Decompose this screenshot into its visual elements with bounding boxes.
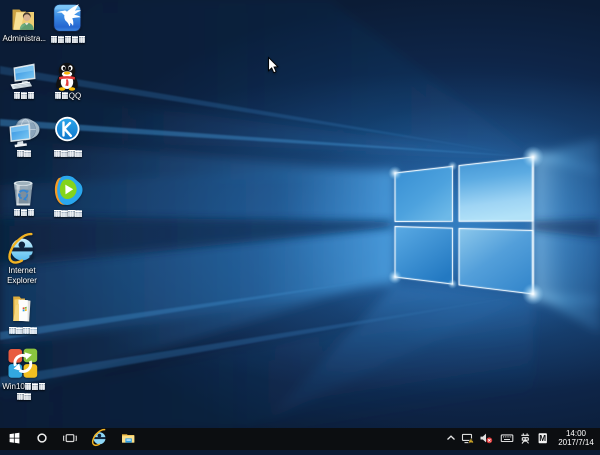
svg-text:M: M xyxy=(539,434,546,443)
